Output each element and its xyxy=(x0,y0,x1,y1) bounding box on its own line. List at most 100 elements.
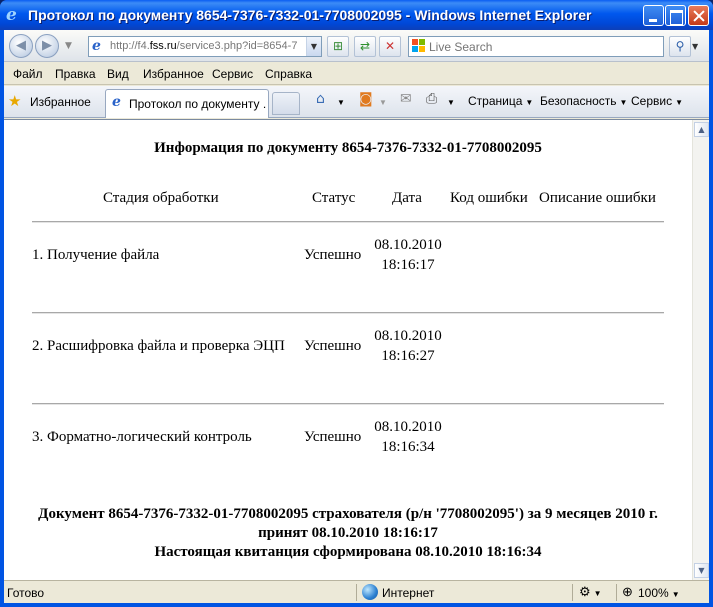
browser-window: e Протокол по документу 8654-7376-7332-0… xyxy=(0,0,713,607)
tab-active[interactable]: e Протокол по документу ... xyxy=(105,89,269,118)
status-text: Готово xyxy=(7,586,45,600)
tools-menu-button[interactable]: Сервис ▼ xyxy=(631,94,683,108)
zoom-level[interactable]: 100% ▼ xyxy=(638,586,680,600)
page-menu-label: Страница xyxy=(468,94,523,108)
security-menu-button[interactable]: Безопасность ▼ xyxy=(540,94,627,108)
refresh-icon[interactable]: ⇄ xyxy=(354,36,376,57)
scroll-down-icon[interactable]: ▼ xyxy=(694,563,709,578)
status-separator xyxy=(572,584,573,601)
row-divider xyxy=(32,312,664,314)
footer-document-line: Документ 8654-7376-7332-01-7708002095 ст… xyxy=(38,506,658,522)
home-dropdown-icon[interactable]: ▼ xyxy=(334,94,345,108)
row-3-status: Успешно xyxy=(304,429,362,445)
search-box[interactable] xyxy=(408,36,664,57)
menu-file[interactable]: Файл xyxy=(13,67,43,81)
page-icon: e xyxy=(92,38,101,54)
status-bar: Готово Интернет ⚙ ▼ ⊕ 100% ▼ xyxy=(4,580,709,603)
print-icon[interactable]: ⎙ xyxy=(426,91,437,107)
header-stage: Стадия обработки xyxy=(103,190,219,206)
maximize-button[interactable] xyxy=(665,5,686,26)
row-1-stage: 1. Получение файла xyxy=(32,247,160,263)
menu-tools[interactable]: Сервис xyxy=(212,67,253,81)
menu-bar: Файл Правка Вид Избранное Сервис Справка xyxy=(4,63,709,85)
minimize-button[interactable] xyxy=(643,5,664,26)
security-menu-label: Безопасность xyxy=(540,94,617,108)
status-separator xyxy=(356,584,357,601)
favorites-bar: ★ Избранное e Протокол по документу ... … xyxy=(4,86,709,118)
browser-client: ◀ ▶ ▼ e http://f4.fss.ru/service3.php?id… xyxy=(4,30,709,603)
status-separator xyxy=(616,584,617,601)
address-url[interactable]: http://f4.fss.ru/service3.php?id=8654-7 xyxy=(110,40,306,52)
row-2-time: 18:16:27 xyxy=(381,348,435,364)
url-prefix: http://f4. xyxy=(110,40,150,52)
footer-accepted-line: принят 08.10.2010 18:16:17 xyxy=(258,525,438,541)
page-menu-button[interactable]: Страница ▼ xyxy=(468,94,533,108)
print-dropdown-icon[interactable]: ▼ xyxy=(444,94,455,108)
new-tab-button[interactable] xyxy=(272,92,300,115)
vertical-scrollbar[interactable]: ▲ ▼ xyxy=(692,120,709,580)
address-dropdown-icon[interactable]: ▼ xyxy=(306,37,321,56)
mail-icon[interactable]: ✉ xyxy=(400,91,412,107)
menu-view[interactable]: Вид xyxy=(107,67,129,81)
row-3-stage: 3. Форматно-логический контроль xyxy=(32,429,252,445)
menu-edit[interactable]: Правка xyxy=(55,67,96,81)
row-1-date: 08.10.2010 xyxy=(374,237,442,253)
search-input[interactable] xyxy=(429,39,659,54)
header-error-description: Описание ошибки xyxy=(539,190,656,206)
close-button[interactable] xyxy=(688,5,709,26)
row-3-time: 18:16:34 xyxy=(381,439,435,455)
back-arrow-icon: ◀ xyxy=(16,38,26,53)
feeds-icon[interactable]: ◙ xyxy=(359,91,373,107)
menu-help[interactable]: Справка xyxy=(265,67,312,81)
document-footer: Документ 8654-7376-7332-01-7708002095 ст… xyxy=(4,505,692,562)
security-zone-label[interactable]: Интернет xyxy=(382,586,434,600)
search-options-dropdown-icon[interactable]: ▼ xyxy=(692,36,704,57)
stop-icon[interactable]: ✕ xyxy=(379,36,401,57)
scroll-up-icon[interactable]: ▲ xyxy=(694,122,709,137)
page-menu-dropdown-icon: ▼ xyxy=(525,98,534,107)
security-menu-dropdown-icon: ▼ xyxy=(619,98,628,107)
header-error-code: Код ошибки xyxy=(450,190,528,206)
title-bar[interactable]: e Протокол по документу 8654-7376-7332-0… xyxy=(0,0,713,30)
compatibility-view-icon[interactable]: ⊞ xyxy=(327,36,349,57)
row-divider xyxy=(32,221,664,223)
address-bar[interactable]: e http://f4.fss.ru/service3.php?id=8654-… xyxy=(88,36,322,57)
row-3-date: 08.10.2010 xyxy=(374,419,442,435)
row-1-time: 18:16:17 xyxy=(381,257,435,273)
live-search-logo-icon xyxy=(412,39,426,53)
document-title: Информация по документу 8654-7376-7332-0… xyxy=(154,140,542,156)
zoom-label: 100% xyxy=(638,586,669,600)
row-1-status: Успешно xyxy=(304,247,362,263)
footer-generated-line: Настоящая квитанция сформирована 08.10.2… xyxy=(154,544,542,560)
zoom-icon[interactable]: ⊕ xyxy=(622,584,633,600)
row-2-status: Успешно xyxy=(304,338,362,354)
forward-button[interactable]: ▶ xyxy=(35,34,59,58)
row-2-date: 08.10.2010 xyxy=(374,328,442,344)
row-divider xyxy=(32,403,664,405)
page-viewport: Информация по документу 8654-7376-7332-0… xyxy=(4,119,709,580)
favorites-label: Избранное xyxy=(30,95,91,109)
forward-arrow-icon: ▶ xyxy=(42,38,52,53)
tab-page-icon: e xyxy=(112,94,121,110)
ie-logo-icon: e xyxy=(6,5,17,25)
tab-label: Протокол по документу ... xyxy=(129,97,267,111)
row-2-stage: 2. Расшифровка файла и проверка ЭЦП xyxy=(32,338,285,354)
window-title: Протокол по документу 8654-7376-7332-01-… xyxy=(28,7,592,23)
navigation-bar: ◀ ▶ ▼ e http://f4.fss.ru/service3.php?id… xyxy=(4,30,709,62)
header-date: Дата xyxy=(392,190,422,206)
protected-mode-icon[interactable]: ⚙ ▼ xyxy=(579,584,602,600)
tools-menu-label: Сервис xyxy=(631,94,673,108)
favorites-star-icon: ★ xyxy=(8,93,22,110)
feeds-dropdown-icon[interactable]: ▼ xyxy=(376,94,387,108)
tools-menu-dropdown-icon: ▼ xyxy=(675,98,684,107)
menu-favorites[interactable]: Избранное xyxy=(143,67,204,81)
search-go-icon[interactable]: ⚲ xyxy=(669,36,691,57)
url-host: fss.ru xyxy=(149,40,177,52)
document: Информация по документу 8654-7376-7332-0… xyxy=(4,120,692,580)
header-status: Статус xyxy=(312,190,356,206)
url-suffix: /service3.php?id=8654-7 xyxy=(176,40,298,52)
internet-zone-globe-icon xyxy=(362,584,378,600)
home-icon[interactable]: ⌂ xyxy=(316,91,325,107)
history-dropdown-icon[interactable]: ▼ xyxy=(65,38,77,54)
back-button[interactable]: ◀ xyxy=(9,34,33,58)
